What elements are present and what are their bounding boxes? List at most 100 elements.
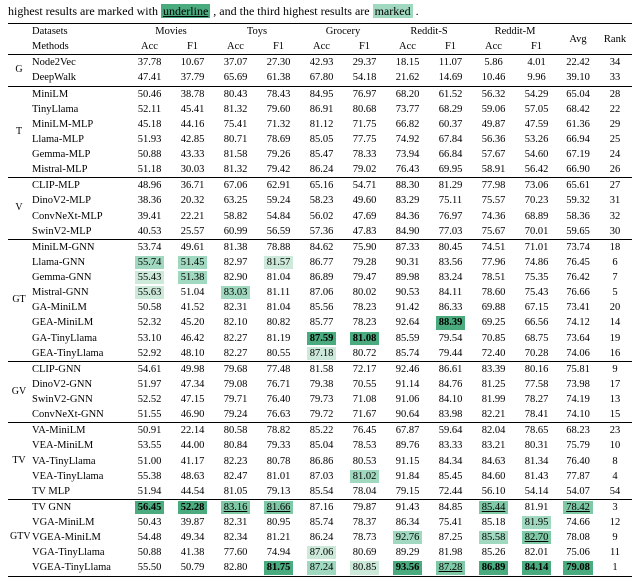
value-cell: 87.28 — [429, 560, 472, 576]
value-cell: 75.79 — [558, 438, 598, 453]
value-cell: 77.03 — [429, 224, 472, 240]
value-cell: 53.10 — [128, 331, 171, 346]
value-cell: 52.32 — [128, 315, 171, 330]
value-cell: 83.39 — [472, 361, 515, 377]
value-cell: 49.87 — [472, 117, 515, 132]
method-name: ConvNeXt-MLP — [30, 209, 128, 224]
value-cell: 75.41 — [214, 117, 257, 132]
value-cell: 39.41 — [128, 209, 171, 224]
value-cell: 85.74 — [386, 346, 429, 362]
value-cell: 65.16 — [300, 178, 343, 194]
value-cell: 52.11 — [128, 102, 171, 117]
value-cell: 1 — [598, 560, 632, 576]
value-cell: 9 — [598, 530, 632, 545]
value-cell: 85.77 — [300, 315, 343, 330]
value-cell: 85.05 — [300, 132, 343, 147]
value-cell: 76.40 — [558, 454, 598, 469]
value-cell: 54.29 — [515, 86, 558, 102]
value-cell: 77.98 — [472, 178, 515, 194]
value-cell: 81.91 — [515, 499, 558, 515]
value-cell: 76.63 — [257, 407, 300, 423]
value-cell: 54.61 — [128, 361, 171, 377]
value-cell: 39.87 — [171, 515, 214, 530]
header-avg: Avg — [558, 24, 598, 55]
value-cell: 54.48 — [128, 530, 171, 545]
value-cell: 51.04 — [171, 285, 214, 300]
value-cell: 80.82 — [257, 315, 300, 330]
value-cell: 56.42 — [515, 162, 558, 178]
value-cell: 81.29 — [429, 178, 472, 194]
value-cell: 50.91 — [128, 423, 171, 439]
value-cell: 82.47 — [214, 469, 257, 484]
value-cell: 31 — [598, 193, 632, 208]
value-cell: 85.74 — [300, 515, 343, 530]
value-cell: 29 — [598, 117, 632, 132]
value-cell: 75.90 — [343, 239, 386, 255]
value-cell: 76.97 — [343, 86, 386, 102]
method-name: Mistral-GNN — [30, 285, 128, 300]
value-cell: 28 — [598, 86, 632, 102]
group-label: T — [8, 86, 30, 178]
value-cell: 91.14 — [386, 377, 429, 392]
header-reddit-m: Reddit-M — [472, 24, 558, 40]
value-cell: 44.00 — [171, 438, 214, 453]
method-name: VGA-TinyLlama — [30, 545, 128, 560]
value-cell: 74.12 — [558, 315, 598, 330]
value-cell: 74.92 — [386, 132, 429, 147]
value-cell: 68.29 — [429, 102, 472, 117]
value-cell: 68.42 — [558, 102, 598, 117]
value-cell: 49.34 — [171, 530, 214, 545]
method-name: VA-TinyLlama — [30, 454, 128, 469]
value-cell: 51.94 — [128, 484, 171, 500]
value-cell: 84.11 — [429, 285, 472, 300]
value-cell: 73.41 — [558, 300, 598, 315]
value-cell: 87.06 — [300, 285, 343, 300]
value-cell: 22.42 — [558, 55, 598, 71]
value-cell: 79.47 — [343, 270, 386, 285]
value-cell: 5.86 — [472, 55, 515, 71]
value-cell: 77.87 — [558, 469, 598, 484]
value-cell: 92.76 — [386, 530, 429, 545]
value-cell: 6 — [598, 255, 632, 270]
method-name: Mistral-MLP — [30, 162, 128, 178]
value-cell: 78.73 — [343, 530, 386, 545]
value-cell: 80.31 — [515, 438, 558, 453]
value-cell: 82.27 — [214, 346, 257, 362]
value-cell: 58.82 — [214, 209, 257, 224]
value-cell: 67.15 — [515, 300, 558, 315]
value-cell: 84.85 — [429, 499, 472, 515]
value-cell: 51.55 — [128, 407, 171, 423]
value-cell: 85.45 — [429, 469, 472, 484]
value-cell: 20.32 — [171, 193, 214, 208]
value-cell: 81.02 — [343, 469, 386, 484]
value-cell: 85.22 — [300, 423, 343, 439]
value-cell: 79.33 — [257, 438, 300, 453]
value-cell: 25 — [598, 132, 632, 147]
value-cell: 83.29 — [386, 193, 429, 208]
value-cell: 82.01 — [515, 545, 558, 560]
value-cell: 70.23 — [515, 193, 558, 208]
value-cell: 50.79 — [171, 560, 214, 576]
value-cell: 81.98 — [429, 545, 472, 560]
value-cell: 66.84 — [429, 147, 472, 162]
value-cell: 81.08 — [343, 331, 386, 346]
value-cell: 91.43 — [386, 499, 429, 515]
value-cell: 11 — [598, 545, 632, 560]
value-cell: 30 — [598, 224, 632, 240]
value-cell: 78.08 — [558, 530, 598, 545]
value-cell: 41.38 — [171, 545, 214, 560]
value-cell: 78.42 — [558, 499, 598, 515]
value-cell: 75.41 — [429, 515, 472, 530]
value-cell: 79.87 — [343, 499, 386, 515]
value-cell: 47.41 — [128, 70, 171, 86]
value-cell: 20 — [598, 300, 632, 315]
value-cell: 79.08 — [558, 560, 598, 576]
value-cell: 91.15 — [386, 454, 429, 469]
value-cell: 91.84 — [386, 469, 429, 484]
value-cell: 55.74 — [128, 255, 171, 270]
value-cell: 79.72 — [300, 407, 343, 423]
value-cell: 87.59 — [300, 331, 343, 346]
value-cell: 79.44 — [429, 346, 472, 362]
value-cell: 79.13 — [257, 484, 300, 500]
method-name: CLIP-MLP — [30, 178, 128, 194]
